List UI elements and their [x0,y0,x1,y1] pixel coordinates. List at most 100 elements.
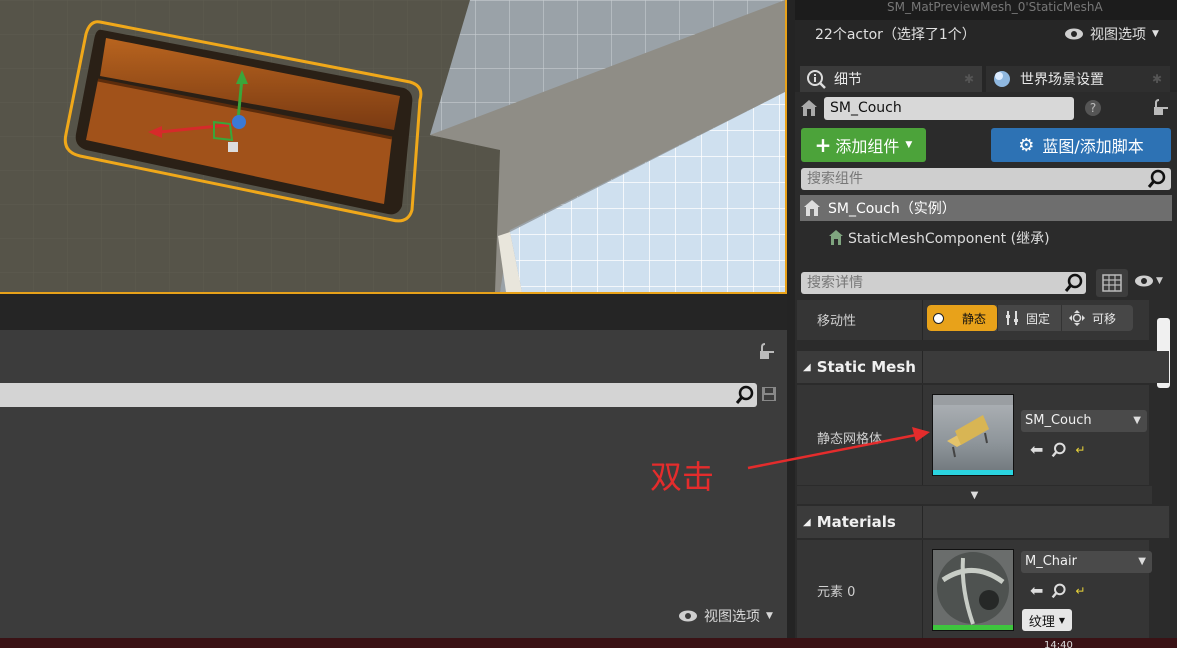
globe-icon [994,71,1010,87]
view-options-label: 视图选项 [704,609,760,625]
component-child-label: StaticMeshComponent (继承) [848,231,1050,247]
section-static-mesh-title: Static Mesh [816,358,916,376]
static-mesh-component-icon [829,230,843,245]
collapse-arrow-icon: ◢ [803,361,811,373]
column-divider [922,351,923,383]
search-input[interactable] [0,383,757,407]
collapse-arrow-icon: ◢ [803,516,811,528]
section-materials-title: Materials [816,513,896,531]
search-components-placeholder: 搜索组件 [807,171,863,187]
stationary-icon [1006,311,1018,325]
actor-house-icon [801,100,817,116]
column-divider [922,300,923,340]
tab-details[interactable]: 细节 ✱ [800,66,982,92]
material-asset-picker[interactable]: M_Chair ▼ [1021,551,1152,573]
pin-icon[interactable]: ✱ [964,72,974,86]
svg-text:?: ? [1090,101,1096,115]
texture-dropdown-button[interactable]: 纹理 ▼ [1022,609,1072,631]
mobility-option-static[interactable]: 静态 [927,305,997,331]
reset-arrow-icon[interactable]: ↵ [1075,584,1085,598]
browse-search-icon[interactable] [1051,442,1067,458]
material-thumbnail[interactable] [932,549,1014,631]
use-selected-arrow-icon[interactable]: ⬅ [1030,440,1043,459]
mobility-stationary-label: 固定 [1026,311,1051,326]
blueprint-add-script-button[interactable]: ⚙ 蓝图/添加脚本 [991,128,1171,162]
view-options-button[interactable]: 视图选项 ▼ [678,606,773,626]
search-icon[interactable] [735,385,755,405]
gears-icon: ⚙ [1018,134,1035,156]
column-divider [922,506,923,538]
mobility-static-label: 静态 [962,311,987,326]
annotation-arrow [747,427,930,470]
property-matrix-button[interactable] [1096,269,1128,297]
chevron-down-icon: ▼ [905,140,913,150]
mobility-option-movable[interactable]: 可移 [1061,305,1133,331]
search-details-input[interactable]: 搜索详情 [801,272,1086,294]
info-icon [807,70,826,89]
eye-icon [1135,275,1153,287]
search-icon[interactable] [1147,169,1167,189]
expand-down-icon: ▼ [970,489,979,501]
use-selected-arrow-icon[interactable]: ⬅ [1030,581,1043,600]
annotation-label: 双击 [650,458,715,496]
search-details-placeholder: 搜索详情 [807,275,863,291]
material-asset-name: M_Chair [1025,554,1077,569]
component-tree-child[interactable]: StaticMeshComponent (继承) [828,228,1050,248]
static-mesh-asset-picker[interactable]: SM_Couch ▼ [1021,410,1147,432]
save-search-icon[interactable] [761,386,777,402]
reset-arrow-icon[interactable]: ↵ [1075,443,1085,457]
tab-details-label: 细节 [834,72,862,88]
mobility-option-stationary[interactable]: 固定 [997,305,1061,331]
search-icon[interactable] [1064,273,1084,293]
pin-icon[interactable]: ✱ [1152,72,1162,86]
move-arrows-icon [1069,310,1085,326]
unlock-icon[interactable] [757,342,777,362]
chevron-down-icon: ▼ [1156,276,1163,286]
browse-search-icon[interactable] [1051,583,1067,599]
search-components-input[interactable]: 搜索组件 [801,168,1171,190]
chevron-down-icon: ▼ [1133,415,1141,426]
section-static-mesh[interactable]: ◢ Static Mesh [797,351,1169,383]
chevron-down-icon: ▼ [766,611,773,621]
eye-icon [679,610,697,622]
static-mesh-thumbnail[interactable] [932,394,1014,476]
add-component-button[interactable]: + 添加组件 ▼ [801,128,926,162]
material-sphere-image [933,552,1013,630]
actor-name-field[interactable]: SM_Couch [824,97,1074,120]
radio-icon [933,312,944,324]
material-element-label: 元素 0 [817,585,856,600]
eye-icon [1065,28,1083,40]
add-component-label: 添加组件 [835,137,900,156]
plus-icon: + [814,133,832,157]
texture-button-label: 纹理 [1028,614,1055,630]
static-mesh-asset-tools: ⬅ ↵ [1030,440,1085,459]
tab-world-settings[interactable]: 世界场景设置 ✱ [986,66,1170,92]
section-materials[interactable]: ◢ Materials [797,506,1169,538]
details-view-options-button[interactable]: ▼ [1134,275,1163,287]
help-icon[interactable]: ? [1084,99,1102,117]
taskbar-clock: 14:40 [1044,640,1073,648]
blueprint-label: 蓝图/添加脚本 [1042,137,1144,156]
level-viewport[interactable] [0,0,787,294]
component-tree-root[interactable]: SM_Couch（实例） [800,195,1172,221]
taskbar [0,638,1177,648]
actor-count: 22个actor（选择了1个） [815,27,976,43]
outliner-view-options-button[interactable]: 视图选项 ▼ [1064,24,1159,44]
outliner-row-label: SM_MatPreviewMesh_0'StaticMeshA [887,0,1103,14]
viewport-footer-bar [0,296,787,330]
component-root-label: SM_Couch（实例） [828,201,956,217]
material-asset-tools: ⬅ ↵ [1030,581,1085,600]
grid-icon [1102,274,1122,292]
details-tabs: 细节 ✱ 世界场景设置 ✱ [800,66,1170,92]
view-options-label: 视图选项 [1090,27,1146,43]
actor-house-icon [804,200,820,216]
mobility-movable-label: 可移 [1092,311,1117,326]
couch-thumbnail-image [933,395,1013,475]
chevron-down-icon: ▼ [1138,556,1146,567]
outliner-partial-row[interactable]: SM_MatPreviewMesh_0'StaticMeshA [795,0,1177,20]
unlock-icon[interactable] [1152,98,1170,118]
mobility-label: 移动性 [817,314,857,329]
advanced-expander[interactable]: ▼ [797,486,1152,504]
chevron-down-icon: ▼ [1058,615,1066,625]
viewport-scene [0,0,785,292]
